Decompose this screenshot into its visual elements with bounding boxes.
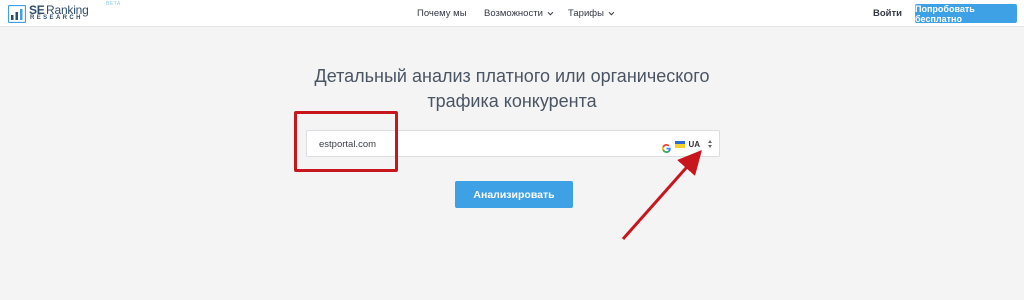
annotation-arrow-icon (621, 150, 702, 240)
